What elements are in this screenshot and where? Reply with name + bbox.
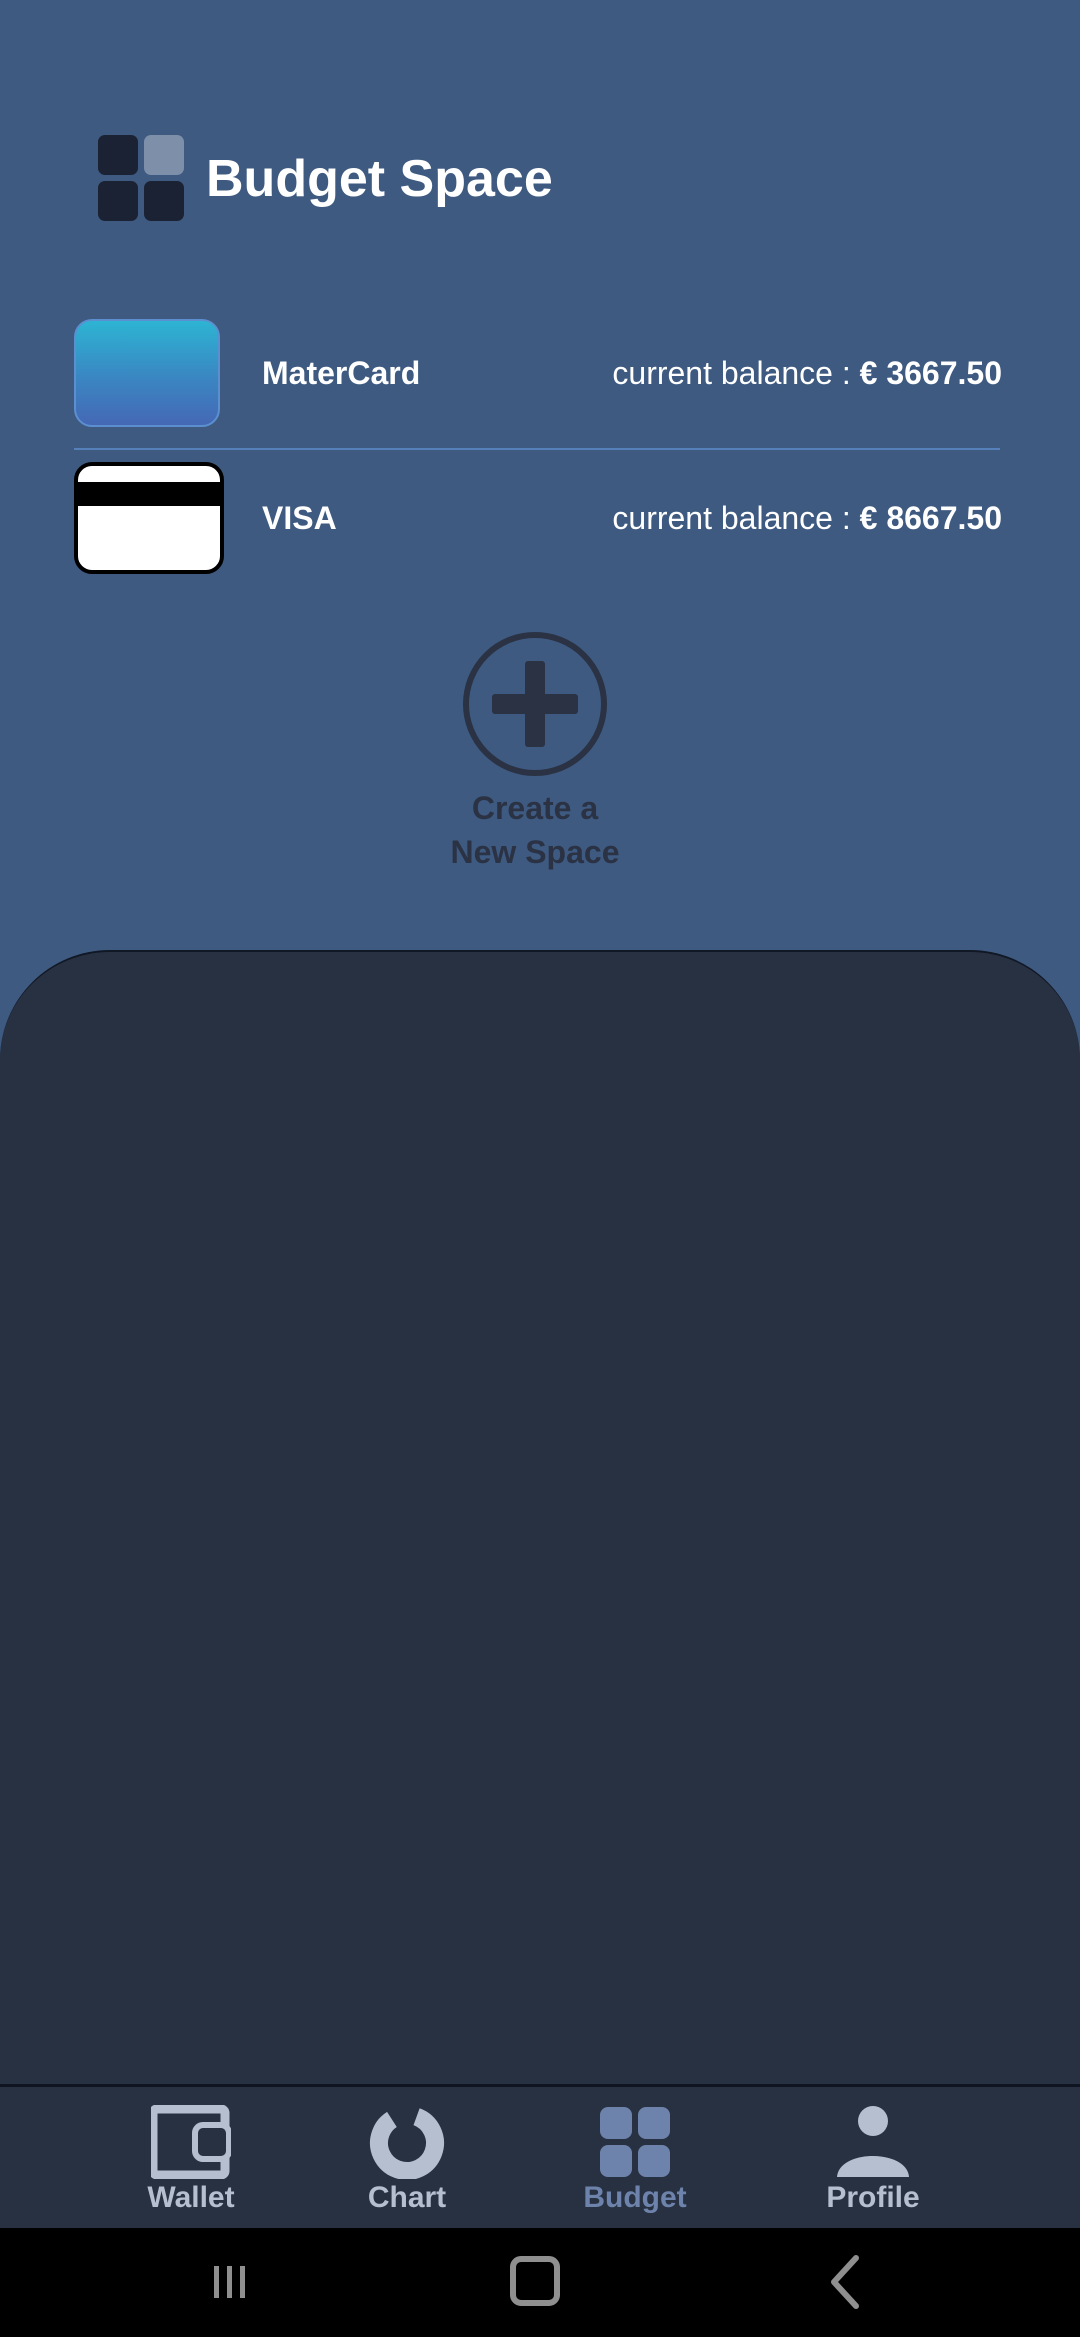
card-balance: current balance : € 3667.50 bbox=[612, 354, 1002, 391]
wallet-icon bbox=[148, 2104, 232, 2180]
create-space-label: Create a New Space bbox=[450, 790, 620, 870]
card-name: MaterCard bbox=[262, 354, 421, 391]
system-nav-bar bbox=[0, 2228, 1080, 2337]
page-title: Budget Space bbox=[206, 150, 553, 208]
bottom-nav: Wallet Chart Budget Profile bbox=[0, 2084, 1080, 2228]
home-icon[interactable] bbox=[508, 2254, 564, 2310]
back-icon[interactable] bbox=[824, 2254, 864, 2310]
nav-label: Wallet bbox=[147, 2181, 235, 2214]
balance-value: € 3667.50 bbox=[859, 354, 1002, 391]
person-icon bbox=[833, 2105, 913, 2179]
nav-label: Budget bbox=[583, 2181, 687, 2214]
nav-item-budget[interactable]: Budget bbox=[550, 2105, 720, 2215]
recent-apps-icon[interactable] bbox=[210, 2254, 250, 2310]
nav-item-chart[interactable]: Chart bbox=[322, 2105, 492, 2215]
balance-value: € 8667.50 bbox=[859, 499, 1002, 536]
card-name: VISA bbox=[262, 499, 337, 536]
card-row-mastercard[interactable]: MaterCard current balance : € 3667.50 bbox=[74, 313, 1002, 433]
bottom-sheet-panel bbox=[0, 950, 1080, 2084]
card-balance: current balance : € 8667.50 bbox=[612, 499, 1002, 536]
donut-chart-icon bbox=[367, 2105, 447, 2180]
page-header: Budget Space bbox=[98, 135, 553, 223]
nav-item-profile[interactable]: Profile bbox=[788, 2105, 958, 2215]
plus-circle-icon bbox=[463, 632, 607, 776]
visa-card-icon bbox=[74, 462, 224, 574]
nav-label: Chart bbox=[367, 2181, 447, 2214]
grid-icon bbox=[595, 2105, 675, 2179]
nav-label: Profile bbox=[826, 2181, 920, 2214]
card-row-visa[interactable]: VISA current balance : € 8667.50 bbox=[74, 458, 1002, 578]
create-space-button[interactable]: Create a New Space bbox=[440, 632, 630, 874]
grid-logo-icon bbox=[98, 135, 186, 223]
mastercard-card-icon bbox=[74, 319, 220, 427]
nav-item-wallet[interactable]: Wallet bbox=[106, 2104, 276, 2215]
divider bbox=[74, 448, 1000, 450]
